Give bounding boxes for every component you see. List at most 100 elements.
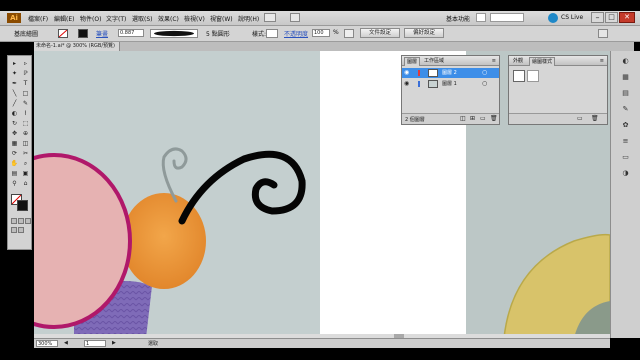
type-tool-icon[interactable]: T [21,79,30,88]
bridge-icon[interactable] [264,13,276,22]
menu-object[interactable]: 物件(O) [80,14,101,23]
free-transform-tool-icon[interactable]: ⊕ [21,129,30,138]
tab-graphic-styles[interactable]: 繪圖樣式 [529,57,556,66]
preferences-button[interactable]: 偏好設定 [404,28,444,38]
symbol-sprayer-tool-icon[interactable]: ▦ [10,139,19,148]
close-icon[interactable]: ✕ [619,12,635,23]
zoom-tool-icon[interactable]: ⌕ [21,159,30,168]
search-input[interactable] [490,13,524,22]
new-layer-icon[interactable]: ▭ [480,115,486,122]
opacity-label[interactable]: 不透明度 [284,29,308,38]
eye-icon[interactable]: ◉ [404,68,409,78]
maximize-icon[interactable]: □ [605,12,618,23]
rectangle-tool-icon[interactable]: □ [21,89,30,98]
slice-tool-icon[interactable]: ▤ [10,169,19,178]
eyedropper-tool-icon[interactable]: ⚲ [10,179,19,188]
rotate-tool-icon[interactable]: ↻ [10,119,19,128]
panel-menu-icon[interactable] [598,29,608,38]
document-tab[interactable]: 未命名-1.ai* @ 300% (RGB/預覽) [34,42,120,51]
artboard-number-field[interactable]: 1 [84,340,106,347]
gradient-icon[interactable]: ▭ [620,153,631,162]
stroke-icon[interactable]: ≡ [620,137,631,146]
stroke-label[interactable]: 筆畫 [96,29,108,38]
brush-definition-label[interactable]: 5 點圓形 [206,29,230,38]
gradient-tool-icon[interactable]: ✂ [21,149,30,158]
next-artboard-icon[interactable]: ▶ [112,340,122,347]
menu-view[interactable]: 檢視(V) [184,14,205,23]
cs-live-label[interactable]: CS Live [561,14,583,21]
eye-icon[interactable]: ◉ [404,79,409,89]
minimize-icon[interactable]: – [591,12,604,23]
menu-edit[interactable]: 編輯(E) [54,14,74,23]
target-icon[interactable]: ○ [482,79,487,89]
color-panel-icon[interactable]: ◐ [620,57,631,66]
draw-mode-icon[interactable] [11,227,17,233]
screen-mode-icon[interactable] [18,227,24,233]
layer-row-1[interactable]: ◉ 圖層 1 ○ [402,79,499,89]
menu-help[interactable]: 說明(H) [238,14,259,23]
eraser-tool-icon[interactable]: ◐ [10,109,19,118]
target-icon[interactable]: ○ [482,68,487,78]
layer-row-2[interactable]: ◉ 圖層 2 ○ [402,68,499,78]
fill-swatch-icon[interactable] [58,29,68,38]
cs-live-icon[interactable] [548,13,558,23]
selection-tool-icon[interactable]: ▸ [10,59,19,68]
layer-name[interactable]: 圖層 1 [442,79,457,89]
transparency-icon[interactable]: ◑ [620,169,631,178]
lasso-tool-icon[interactable]: ℙ [21,69,30,78]
recolor-icon[interactable] [344,29,354,38]
gradient-mode-icon[interactable] [18,218,24,224]
artboard-tool-icon[interactable]: ▣ [21,169,30,178]
pen-tool-icon[interactable]: ✒ [10,79,19,88]
menu-type[interactable]: 文字(T) [106,14,126,23]
direct-selection-tool-icon[interactable]: ▹ [21,59,30,68]
make-clipping-mask-icon[interactable]: ◫ [460,115,466,122]
line-tool-icon[interactable]: ╲ [10,89,19,98]
layer-name[interactable]: 圖層 2 [442,68,457,78]
scale-tool-icon[interactable]: ⬚ [21,119,30,128]
style-swatch[interactable] [527,70,539,82]
menu-effect[interactable]: 效果(C) [158,14,179,23]
prev-artboard-icon[interactable]: ◀ [64,340,74,347]
delete-style-icon[interactable]: 🗑 [591,115,599,122]
mesh-tool-icon[interactable]: ⟳ [10,149,19,158]
document-setup-button[interactable]: 文件設定 [360,28,400,38]
stroke-weight-field[interactable]: 0.887 [118,29,144,37]
graph-tool-icon[interactable]: ◫ [21,139,30,148]
menu-file[interactable]: 檔案(F) [28,14,48,23]
tab-appearance[interactable]: 外觀 [511,57,525,65]
stroke-swatch-icon[interactable] [78,29,88,38]
panel-options-icon[interactable]: ≡ [492,58,496,64]
zoom-field[interactable]: 300% [36,340,58,347]
blob-brush-tool-icon[interactable]: ✎ [21,99,30,108]
menu-select[interactable]: 選取(S) [132,14,153,23]
brushes-icon[interactable]: ✎ [620,105,631,114]
color-mode-icon[interactable] [11,218,17,224]
scissors-tool-icon[interactable]: ⌇ [21,109,30,118]
opacity-field[interactable]: 100 [312,29,330,37]
stroke-color-icon[interactable] [17,200,28,211]
workspace-switcher[interactable]: 基本功能 [446,14,470,23]
color-guide-icon[interactable]: ▦ [620,73,631,82]
brush-stroke-preview[interactable] [150,29,198,38]
new-sublayer-icon[interactable]: ⊞ [470,115,475,122]
new-style-icon[interactable]: ▭ [577,115,583,122]
default-style-swatch[interactable] [513,70,525,82]
graphic-style-swatch[interactable] [266,29,278,38]
tab-artboards[interactable]: 工作區域 [422,57,446,65]
blend-tool-icon[interactable]: ⌂ [21,179,30,188]
magic-wand-tool-icon[interactable]: ✦ [10,69,19,78]
workspace-dropdown-icon[interactable] [476,13,486,22]
swatches-icon[interactable]: ▤ [620,89,631,98]
tab-layers[interactable]: 圖層 [404,57,421,66]
pencil-tool-icon[interactable]: ╱ [10,99,19,108]
panel-options-icon[interactable]: ≡ [600,58,604,64]
delete-layer-icon[interactable]: 🗑 [490,115,498,122]
menu-window[interactable]: 視窗(W) [210,14,233,23]
warp-tool-icon[interactable]: ✥ [10,129,19,138]
none-mode-icon[interactable] [25,218,31,224]
arrange-documents-icon[interactable] [290,13,300,22]
hand-tool-icon[interactable]: ✋ [10,159,19,168]
black-curl-stroke[interactable] [178,150,306,225]
symbols-icon[interactable]: ✿ [620,121,631,130]
